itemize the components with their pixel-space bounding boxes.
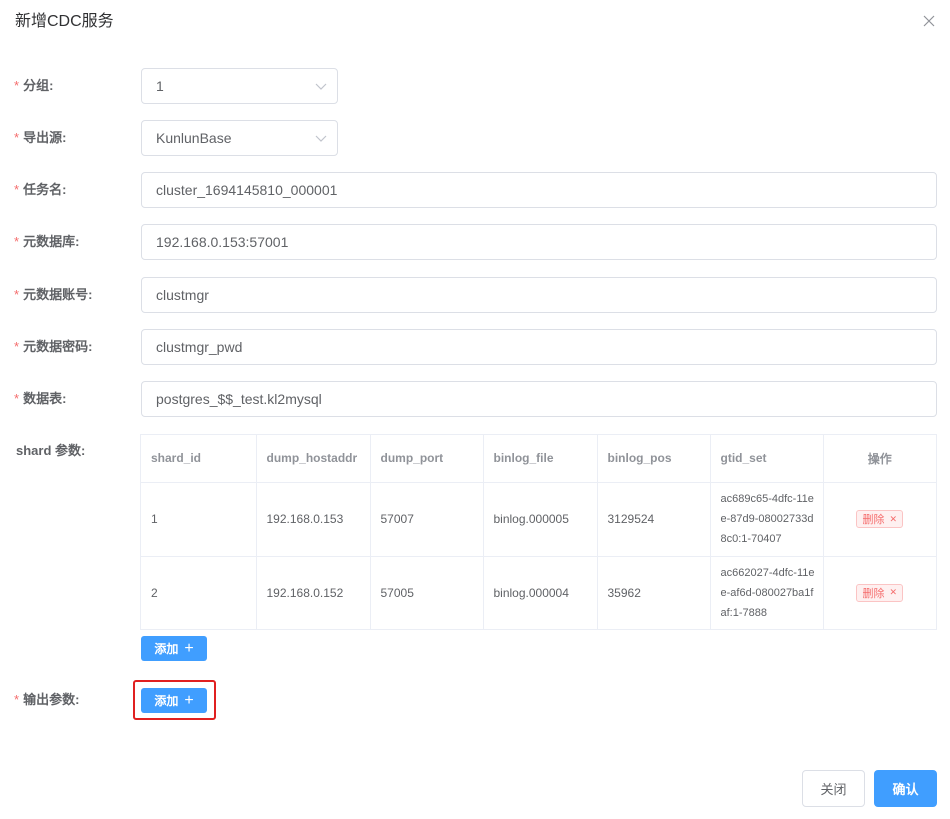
cell-binlog-pos: 35962 (597, 556, 711, 629)
cell-dump-hostaddr: 192.168.0.153 (256, 482, 371, 557)
cell-shard-id: 2 (141, 556, 257, 629)
column-header-dump-port: dump_port (370, 435, 484, 483)
column-header-binlog-file: binlog_file (483, 435, 598, 483)
table-row: 1 192.168.0.153 57007 binlog.000005 3129… (141, 482, 936, 557)
cell-dump-port: 57005 (370, 556, 484, 629)
meta-password-label: * 元数据密码: (14, 339, 93, 354)
close-icon[interactable] (919, 11, 939, 31)
column-header-operation: 操作 (823, 435, 936, 483)
plus-icon: + (184, 639, 194, 657)
group-label: * 分组: (14, 78, 54, 93)
column-header-gtid-set: gtid_set (710, 435, 824, 483)
cell-binlog-pos: 3129524 (597, 482, 711, 557)
add-output-button-label: 添加 (154, 694, 179, 708)
shard-table: shard_id dump_hostaddr dump_port binlog_… (140, 434, 937, 630)
dialog-title: 新增CDC服务 (15, 13, 114, 30)
confirm-button[interactable]: 确认 (874, 770, 937, 807)
column-header-shard-id: shard_id (141, 435, 257, 483)
close-icon[interactable]: ✕ (889, 514, 897, 525)
meta-user-input[interactable]: clustmgr (141, 277, 937, 313)
add-shard-button[interactable]: 添加 + (141, 636, 207, 661)
source-label: * 导出源: (14, 130, 67, 145)
delete-tag-label: 删除 (862, 514, 885, 526)
cell-gtid-set: ac662027-4dfc-11ee-af6d-080027ba1faf:1-7… (710, 556, 824, 629)
chevron-down-icon (315, 83, 327, 90)
cell-binlog-file: binlog.000004 (483, 556, 598, 629)
cell-operation: 删除 ✕ (823, 556, 936, 629)
table-header-row: shard_id dump_hostaddr dump_port binlog_… (141, 435, 936, 483)
close-button[interactable]: 关闭 (802, 770, 865, 807)
task-name-input[interactable]: cluster_1694145810_000001 (141, 172, 937, 208)
close-icon[interactable]: ✕ (889, 587, 897, 598)
data-table-input[interactable]: postgres_$$_test.kl2mysql (141, 381, 937, 417)
cell-gtid-set: ac689c65-4dfc-11ee-87d9-08002733d8c0:1-7… (710, 482, 824, 557)
group-select-value: 1 (156, 78, 164, 94)
cell-dump-hostaddr: 192.168.0.152 (256, 556, 371, 629)
meta-db-input[interactable]: 192.168.0.153:57001 (141, 224, 937, 260)
delete-tag[interactable]: 删除 ✕ (856, 510, 904, 528)
cell-binlog-file: binlog.000005 (483, 482, 598, 557)
add-shard-button-label: 添加 (154, 642, 179, 656)
meta-password-input[interactable]: clustmgr_pwd (141, 329, 937, 365)
shard-params-label: shard 参数: (16, 443, 86, 458)
column-header-dump-hostaddr: dump_hostaddr (256, 435, 371, 483)
output-params-label: * 输出参数: (14, 692, 80, 707)
table-row: 2 192.168.0.152 57005 binlog.000004 3596… (141, 556, 936, 629)
task-name-label: * 任务名: (14, 182, 67, 197)
data-table-label: * 数据表: (14, 391, 67, 406)
column-header-binlog-pos: binlog_pos (597, 435, 711, 483)
cell-shard-id: 1 (141, 482, 257, 557)
cell-operation: 删除 ✕ (823, 482, 936, 557)
add-output-button[interactable]: 添加 + (141, 688, 207, 713)
meta-user-label: * 元数据账号: (14, 287, 93, 302)
group-select[interactable]: 1 (141, 68, 338, 104)
delete-tag-label: 删除 (862, 587, 885, 600)
chevron-down-icon (315, 135, 327, 142)
source-select[interactable]: KunlunBase (141, 120, 338, 156)
plus-icon: + (184, 691, 194, 709)
source-select-value: KunlunBase (156, 130, 232, 146)
meta-db-label: * 元数据库: (14, 234, 80, 249)
delete-tag[interactable]: 删除 ✕ (856, 583, 904, 602)
cell-dump-port: 57007 (370, 482, 484, 557)
